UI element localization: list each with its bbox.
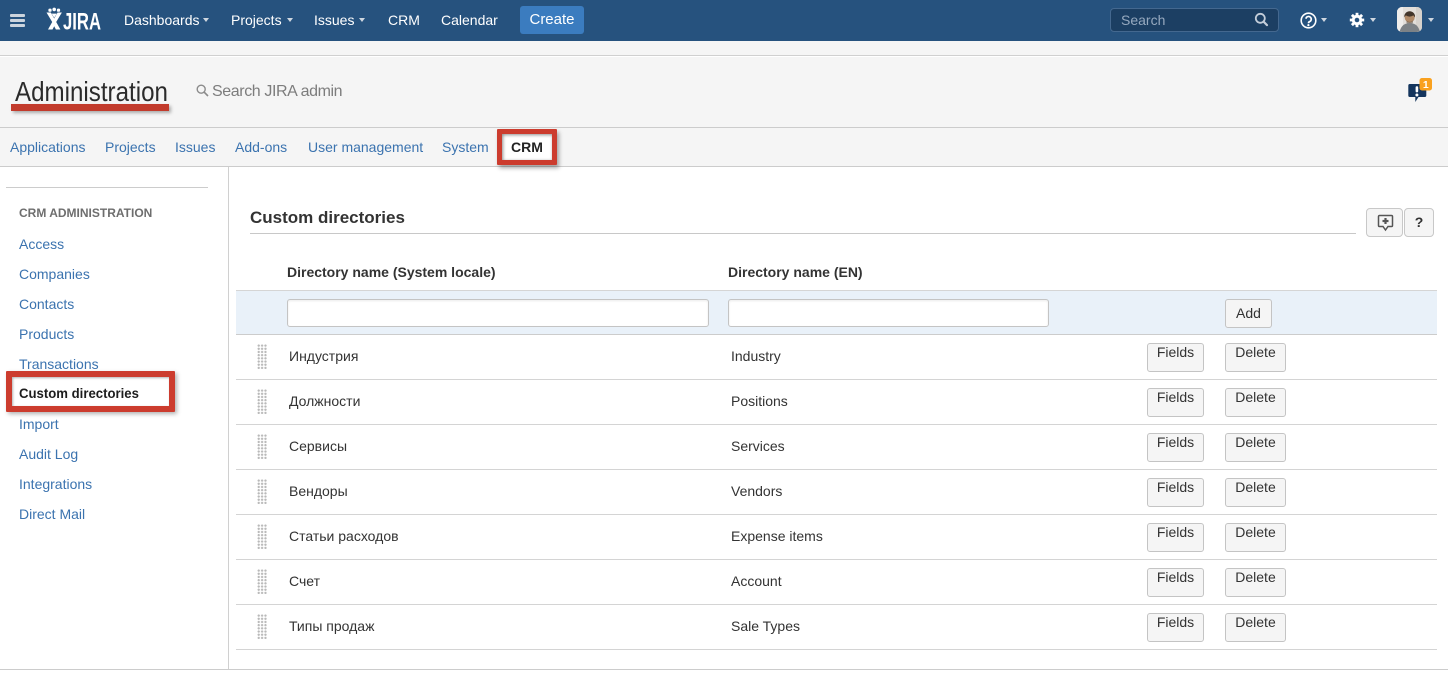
svg-text:1: 1	[1423, 79, 1429, 91]
svg-text:JIRA: JIRA	[63, 9, 101, 32]
